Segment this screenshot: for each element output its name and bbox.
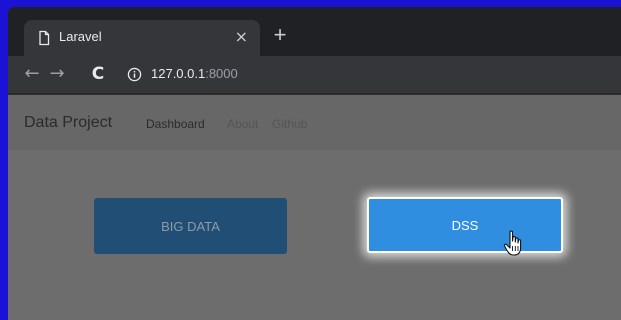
browser-toolbar: ← → C 127.0.0.1:8000 xyxy=(8,56,621,94)
page-content: Data Project Dashboard About Github BIG … xyxy=(8,95,621,320)
site-navbar: Data Project Dashboard About Github xyxy=(8,95,621,150)
nav-link-about[interactable]: About xyxy=(227,117,258,131)
tab-title: Laravel xyxy=(59,29,102,44)
nav-link-github[interactable]: Github xyxy=(272,117,307,131)
dss-button[interactable]: DSS xyxy=(367,197,563,253)
forward-button[interactable]: → xyxy=(47,64,67,84)
hand-pointer-icon xyxy=(503,230,522,256)
back-button[interactable]: ← xyxy=(22,64,42,84)
nav-link-dashboard[interactable]: Dashboard xyxy=(146,117,205,131)
tab-strip: Laravel × + xyxy=(8,7,621,56)
url-host: 127.0.0.1 xyxy=(151,66,206,81)
info-icon[interactable] xyxy=(127,67,142,82)
brand-link[interactable]: Data Project xyxy=(24,114,112,132)
browser-window: Laravel × + ← → C 127.0.0.1:8000 Data Pr… xyxy=(8,7,621,320)
new-tab-button[interactable]: + xyxy=(268,24,292,48)
reload-button[interactable]: C xyxy=(88,64,108,84)
big-data-button[interactable]: BIG DATA xyxy=(94,198,287,254)
url-port: :8000 xyxy=(205,66,238,81)
address-bar[interactable]: 127.0.0.1:8000 xyxy=(151,66,238,81)
tab-close-icon[interactable]: × xyxy=(235,27,248,46)
browser-tab[interactable]: Laravel × xyxy=(24,20,260,56)
document-icon xyxy=(39,30,50,46)
